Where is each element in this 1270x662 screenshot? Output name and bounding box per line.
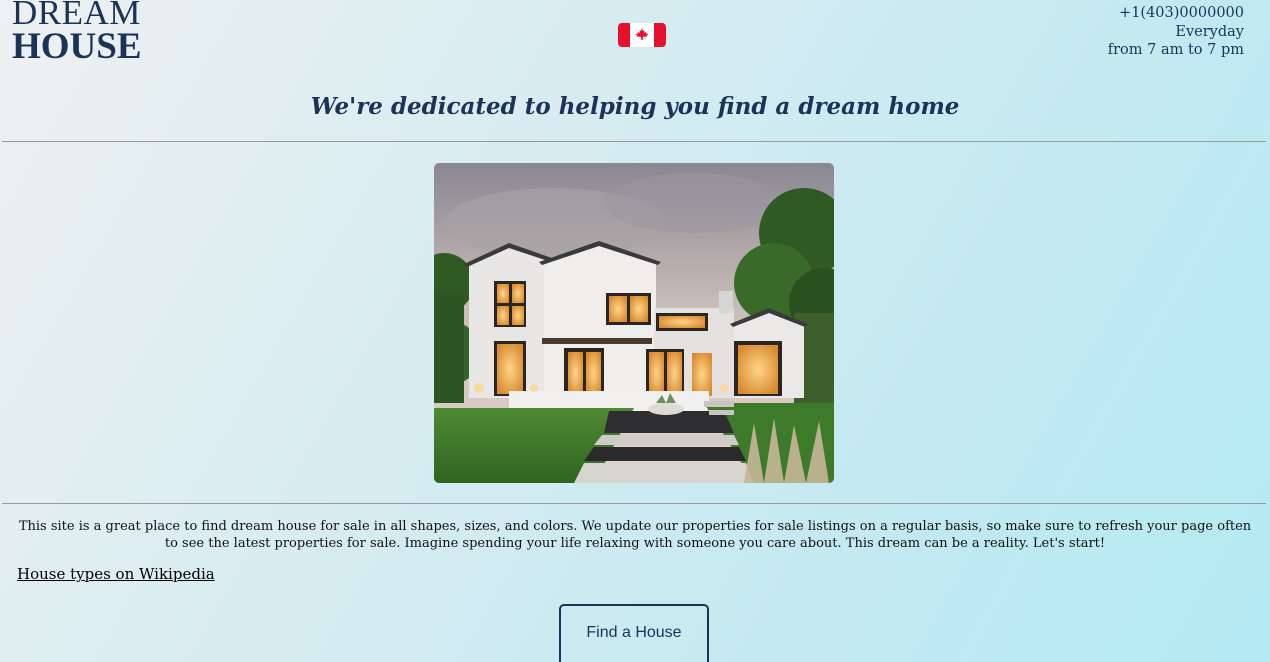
top-divider: [2, 141, 1266, 142]
canada-flag-icon: [618, 23, 666, 47]
bottom-divider: [2, 503, 1266, 504]
logo-line-house: HOUSE: [12, 26, 142, 67]
phone-number[interactable]: +1(403)0000000: [1108, 4, 1244, 23]
site-description: This site is a great place to find dream…: [18, 519, 1252, 551]
maple-leaf-icon: [635, 28, 649, 40]
contact-info: +1(403)0000000 Everyday from 7 am to 7 p…: [1108, 4, 1244, 60]
flag-center: [630, 23, 654, 47]
open-hours: from 7 am to 7 pm: [1107, 42, 1244, 58]
wikipedia-house-types-link[interactable]: House types on Wikipedia: [17, 565, 215, 583]
flag-left-band: [618, 23, 630, 47]
find-house-button[interactable]: Find a House: [559, 604, 709, 662]
site-logo[interactable]: DREAM HOUSE: [12, 0, 142, 67]
page-tagline: We're dedicated to helping you find a dr…: [310, 93, 960, 120]
open-days: Everyday: [1175, 23, 1244, 40]
hero-house-image: [434, 163, 834, 483]
modern-house-photo: [434, 163, 834, 483]
flag-right-band: [654, 23, 666, 47]
